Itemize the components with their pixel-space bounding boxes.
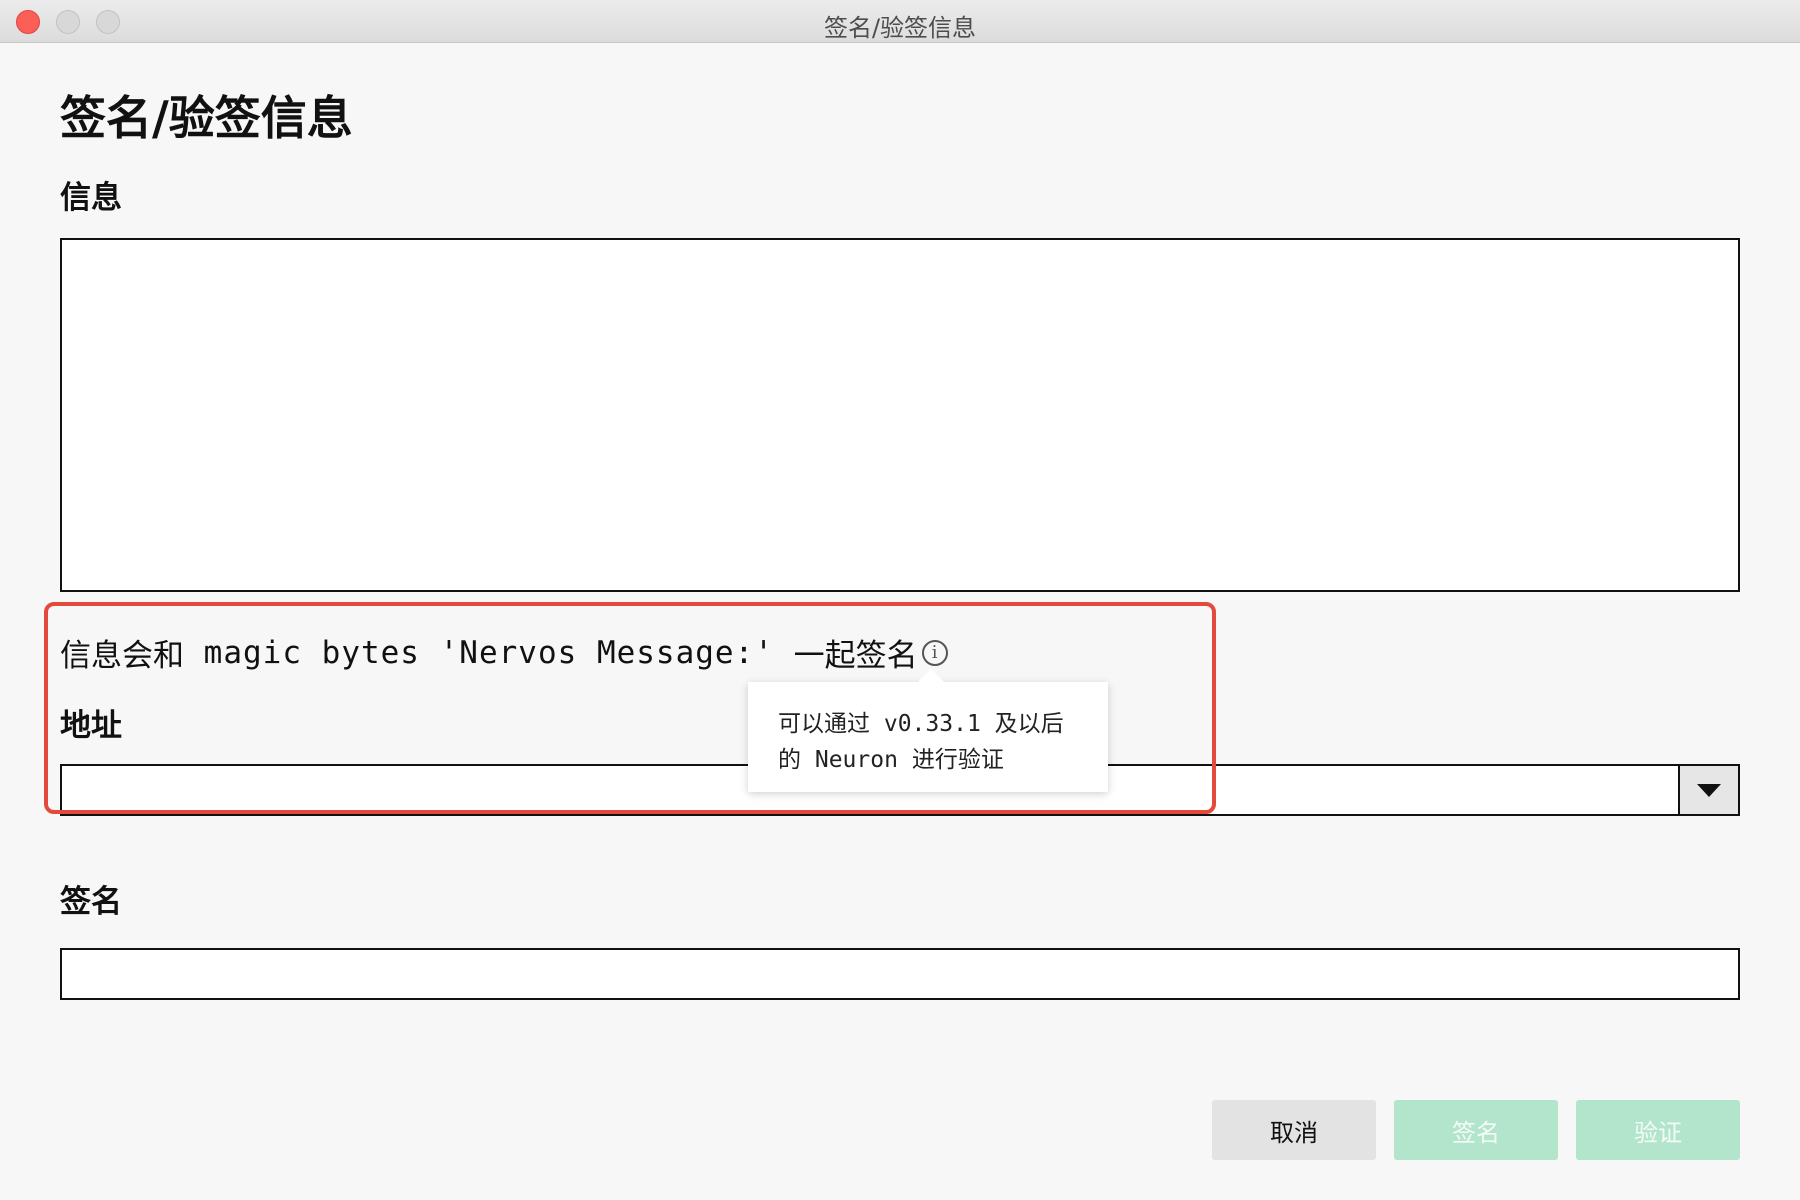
message-input[interactable] [60, 238, 1740, 592]
address-dropdown-button[interactable] [1678, 766, 1738, 814]
message-label: 信息 [60, 180, 122, 216]
info-tooltip: 可以通过 v0.33.1 及以后 的 Neuron 进行验证 [748, 669, 1108, 792]
signature-input[interactable] [60, 948, 1740, 1000]
chevron-down-icon [1697, 784, 1721, 797]
page-title: 签名/验签信息 [60, 91, 353, 145]
verify-button[interactable]: 验证 [1576, 1100, 1740, 1160]
sign-button[interactable]: 签名 [1394, 1100, 1558, 1160]
window-title: 签名/验签信息 [823, 14, 977, 42]
signature-label: 签名 [60, 884, 122, 920]
tooltip-line-2: 的 Neuron 进行验证 [778, 747, 1004, 773]
tooltip-line-1: 可以通过 v0.33.1 及以后 [778, 711, 1064, 737]
cancel-button[interactable]: 取消 [1212, 1100, 1376, 1160]
title-bar: 签名/验签信息 [0, 0, 1800, 43]
